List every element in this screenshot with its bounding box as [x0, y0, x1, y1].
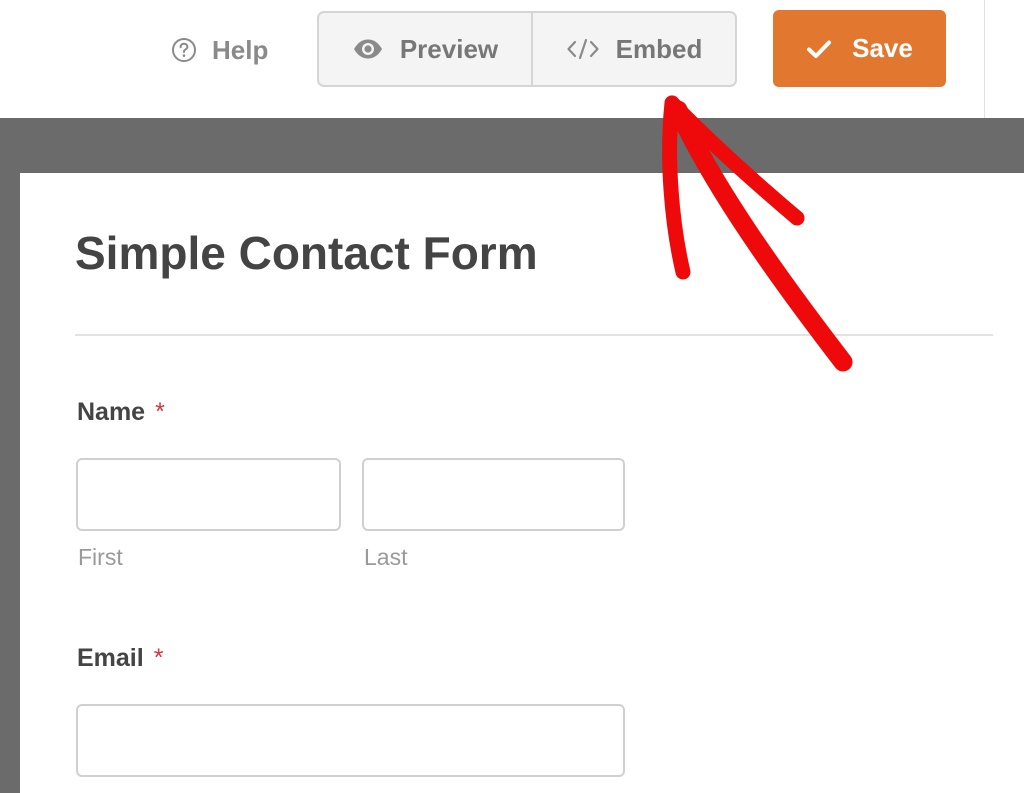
- question-circle-icon: [170, 36, 198, 64]
- email-label-text: Email: [77, 644, 144, 672]
- embed-button[interactable]: Embed: [533, 13, 735, 85]
- code-brackets-icon: [566, 37, 600, 61]
- save-label: Save: [852, 33, 913, 63]
- last-name-sublabel: Last: [364, 544, 408, 570]
- required-asterisk: *: [155, 398, 165, 426]
- eye-icon: [352, 38, 384, 60]
- required-asterisk: *: [153, 644, 164, 672]
- preview-label: Preview: [399, 33, 499, 64]
- email-field-label: Email *: [77, 644, 163, 673]
- embed-label: Embed: [615, 33, 703, 64]
- first-name-input[interactable]: [76, 458, 341, 531]
- form-title-divider: [75, 334, 993, 336]
- preview-button[interactable]: Preview: [319, 13, 533, 85]
- preview-embed-button-group: Preview Embed: [317, 11, 737, 87]
- builder-toolbar: Help Preview Embed Save: [0, 0, 1024, 118]
- first-name-sublabel: First: [78, 544, 123, 570]
- save-button[interactable]: Save: [773, 10, 946, 87]
- email-input[interactable]: [76, 704, 625, 777]
- form-title: Simple Contact Form: [75, 227, 538, 279]
- help-label: Help: [212, 34, 269, 65]
- name-field-label: Name *: [77, 398, 165, 427]
- name-label-text: Name: [77, 398, 146, 426]
- help-link[interactable]: Help: [170, 30, 268, 70]
- last-name-input[interactable]: [362, 458, 625, 531]
- checkmark-icon: [806, 39, 832, 59]
- toolbar-divider: [984, 0, 985, 118]
